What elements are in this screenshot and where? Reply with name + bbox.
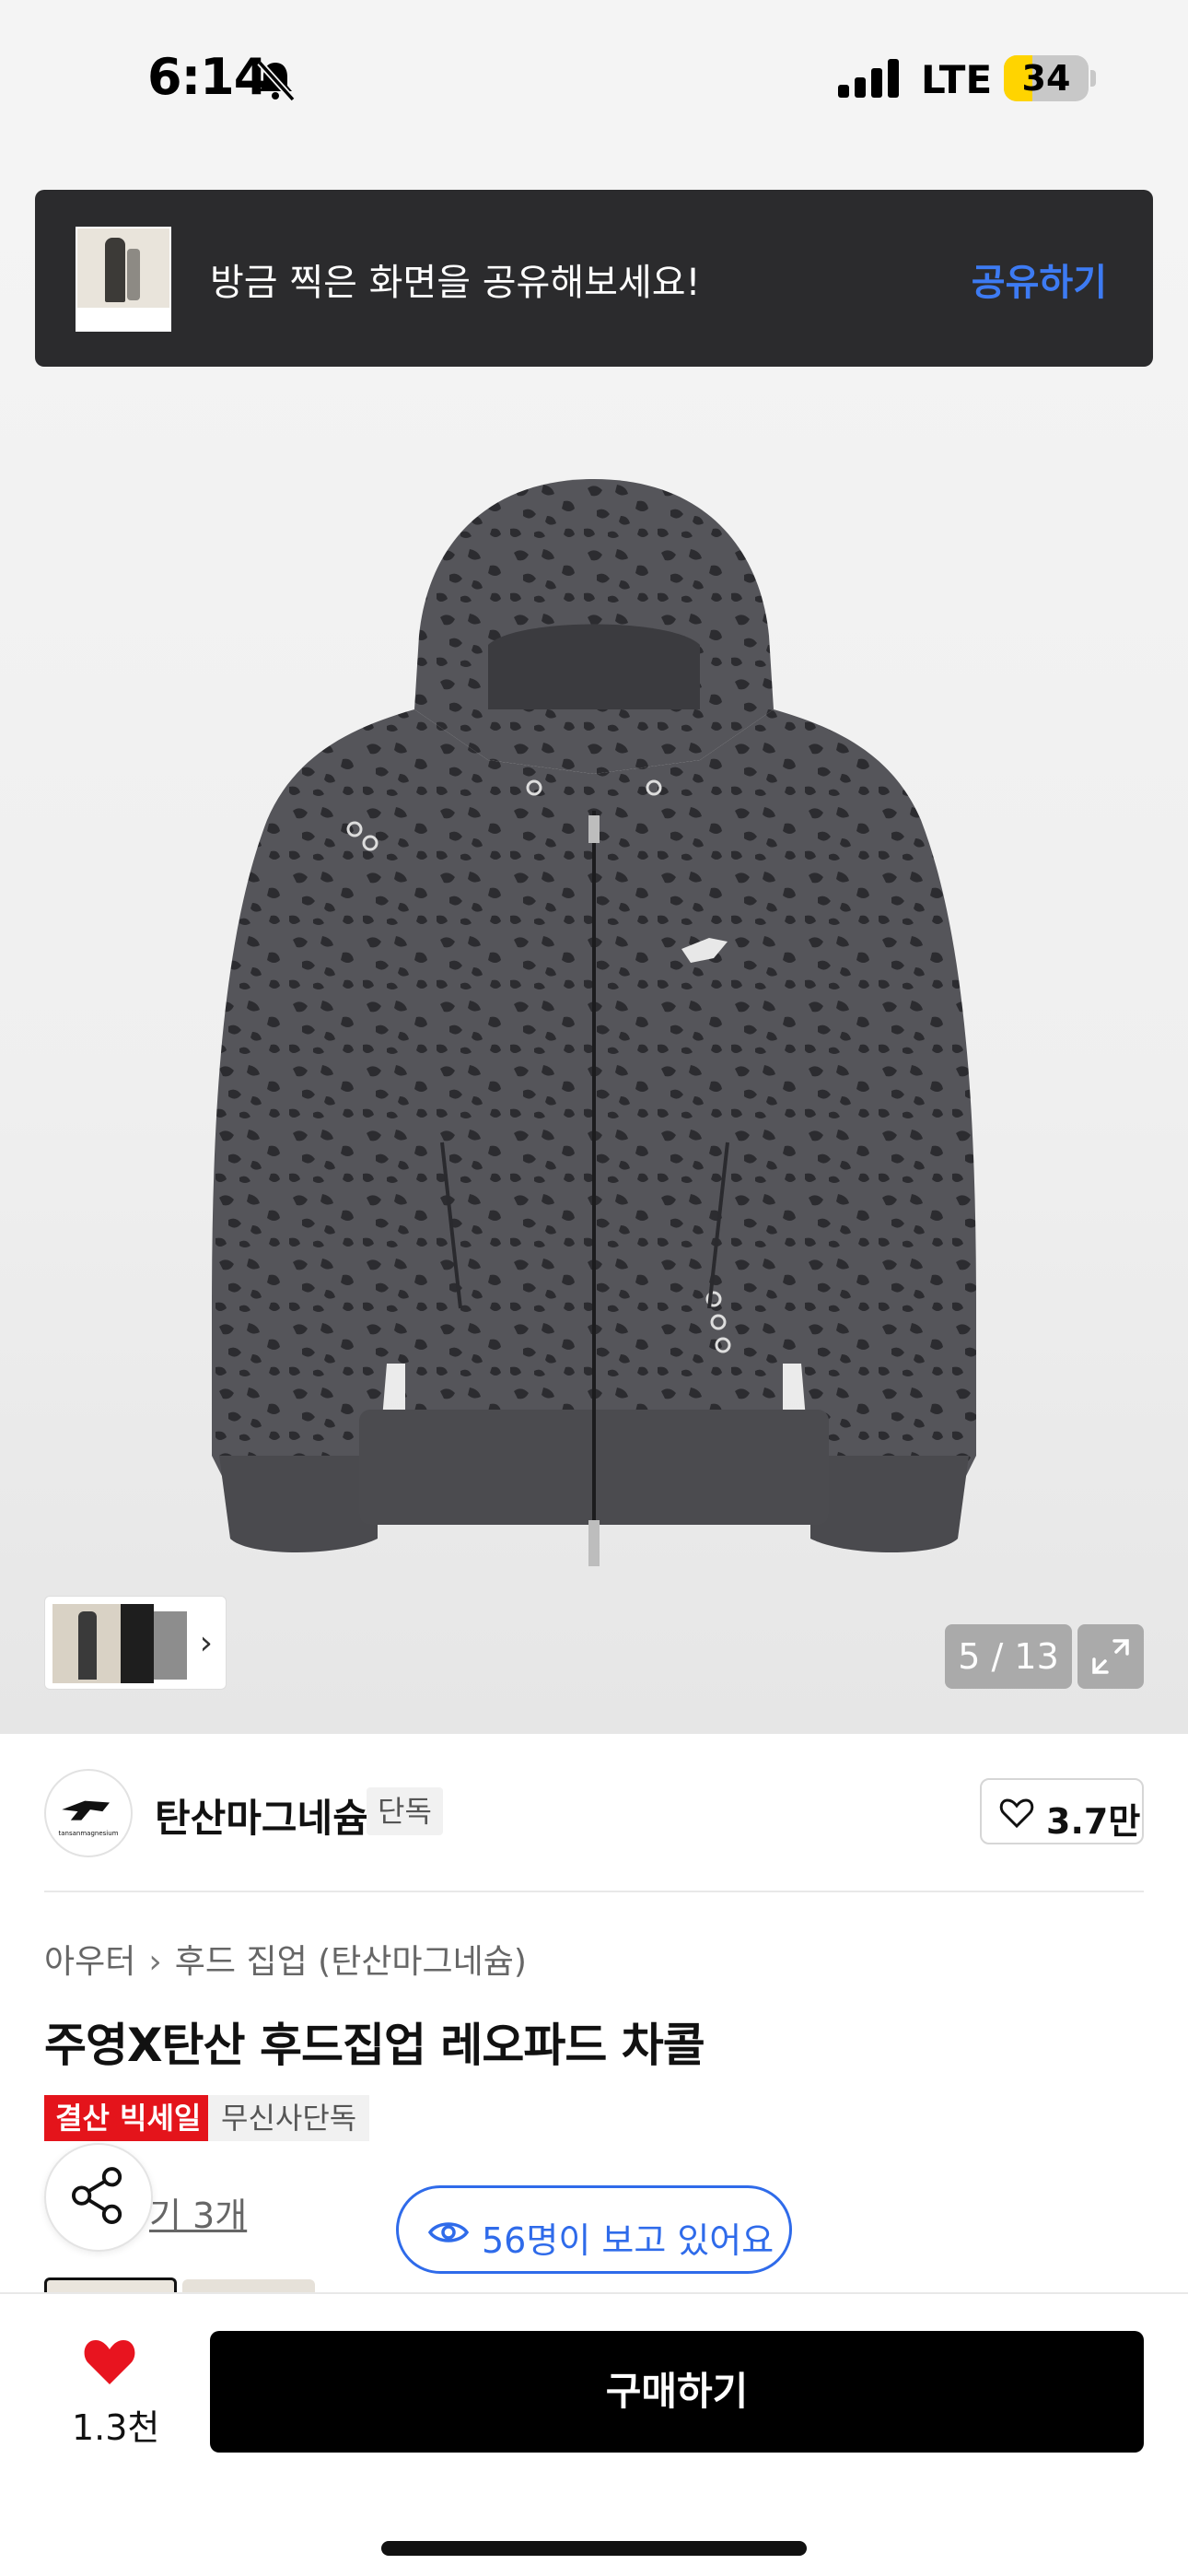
product-title: 주영X탄산 후드집업 레오파드 차콜 <box>44 2019 705 2072</box>
viewers-indicator: 56명이 보고 있어요 <box>396 2185 792 2274</box>
brand-row: tansanmagnesium 탄산마그네슘 단독 3.7만 <box>0 1734 1188 1891</box>
brand-logo[interactable]: tansanmagnesium <box>44 1769 133 1857</box>
sale-badge: 결산 빅세일 <box>44 2095 213 2141</box>
eye-icon <box>428 2222 469 2242</box>
battery-icon: 34 <box>1004 55 1089 101</box>
brand-logo-mark <box>62 1800 110 1821</box>
share-icon <box>72 2167 122 2224</box>
battery-tip <box>1090 70 1096 87</box>
home-indicator <box>381 2541 807 2556</box>
brand-like-button[interactable]: 3.7만 <box>980 1778 1144 1844</box>
exclusive-badge: 무신사단독 <box>208 2095 370 2141</box>
gallery-thumbnail-strip[interactable]: › <box>44 1596 227 1690</box>
screenshot-thumbnail <box>76 227 171 332</box>
review-link[interactable]: 기 3개 <box>149 2187 247 2238</box>
brand-name[interactable]: 탄산마그네슘 <box>155 1787 368 1844</box>
bell-slash-icon <box>257 60 296 102</box>
bottom-action-bar: 1.3천 구매하기 <box>0 2292 1188 2576</box>
image-page-counter: 5 / 13 <box>945 1624 1072 1689</box>
chevron-right-icon: › <box>148 1943 162 1981</box>
product-image-gallery[interactable]: 방금 찍은 화면을 공유해보세요! 공유하기 › 5 / 13 <box>0 157 1188 1734</box>
breadcrumb-subcategory[interactable]: 후드 집업 (탄산마그네슘) <box>175 1935 527 1983</box>
breadcrumb: 아우터 › 후드 집업 (탄산마그네슘) <box>44 1935 527 1983</box>
share-button[interactable] <box>44 2143 153 2252</box>
network-type: LTE <box>921 57 993 102</box>
status-time: 6:14 <box>147 48 268 106</box>
expand-icon <box>1092 1639 1129 1674</box>
expand-button[interactable] <box>1077 1624 1144 1689</box>
chevron-right-icon: › <box>199 1624 213 1662</box>
toast-share-button[interactable]: 공유하기 <box>972 252 1107 306</box>
breadcrumb-category[interactable]: 아우터 <box>44 1935 135 1983</box>
product-image <box>212 479 976 1566</box>
status-bar: 6:14 LTE 34 <box>0 0 1188 157</box>
heart-outline-icon <box>999 1798 1034 1829</box>
battery-percent: 34 <box>1021 58 1071 99</box>
like-count: 1.3천 <box>72 2407 160 2448</box>
buy-button[interactable]: 구매하기 <box>210 2331 1144 2453</box>
divider <box>44 1891 1144 1892</box>
heart-filled-icon[interactable] <box>81 2335 138 2386</box>
viewers-text: 56명이 보고 있어요 <box>482 2220 775 2261</box>
brand-like-count: 3.7만 <box>1046 1801 1141 1842</box>
brand-logo-text: tansanmagnesium <box>58 1830 119 1837</box>
toast-message: 방금 찍은 화면을 공유해보세요! <box>210 262 701 304</box>
signal-icon <box>838 59 899 98</box>
brand-exclusive-tag: 단독 <box>367 1787 443 1835</box>
screenshot-share-toast: 방금 찍은 화면을 공유해보세요! 공유하기 <box>35 190 1153 367</box>
